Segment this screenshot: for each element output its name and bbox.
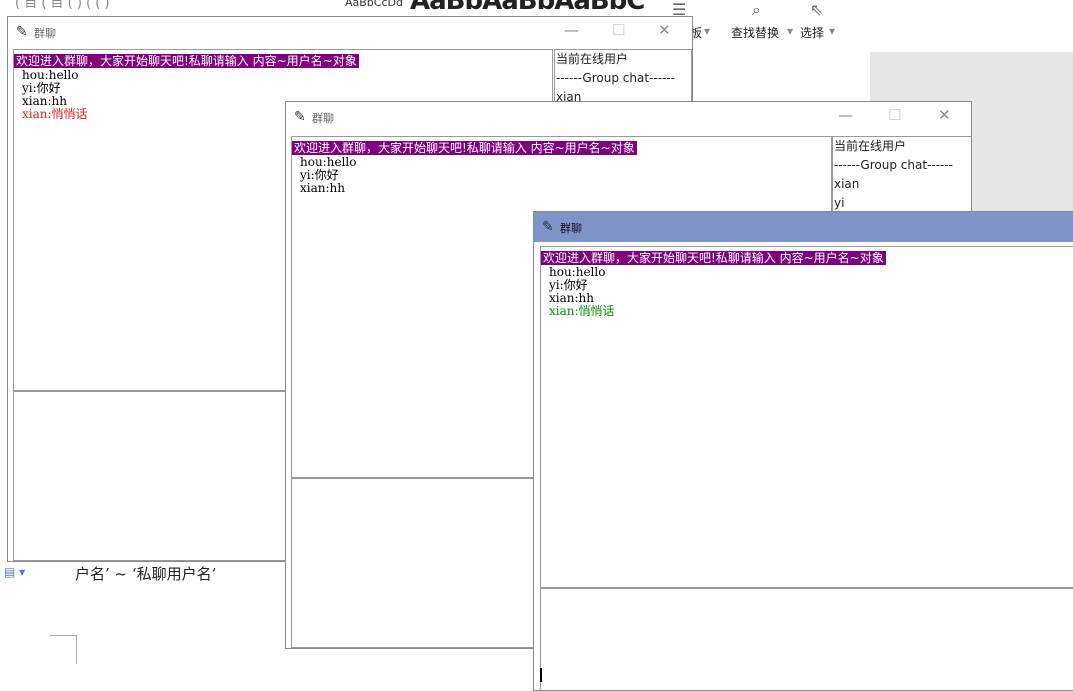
titlebar[interactable]: ✎ 群聊 — ☐ ✕	[8, 17, 692, 47]
chevron-down-icon: ▾	[704, 24, 711, 38]
feather-icon: ✎	[542, 219, 554, 235]
style-sample-big[interactable]: AaBbAaBbAaBbC	[410, 0, 645, 16]
user-list-header: 当前在线用户	[556, 52, 629, 66]
minimize-button[interactable]: —	[564, 21, 579, 39]
chat-window-3: ✎ 群聊 欢迎进入群聊，大家开始聊天吧!私聊请输入 内容~用户名~对象 hou:…	[533, 211, 1073, 691]
document-text: 户名’ ~ ‘私聊用户名’	[75, 565, 217, 583]
maximize-button[interactable]: ☐	[612, 21, 625, 39]
select-arrow-icon: ⇖	[810, 0, 824, 19]
private-message: xian:悄悄话	[549, 304, 615, 318]
user-list-item[interactable]: xian	[833, 175, 971, 194]
chat-message: hou:hello	[549, 265, 606, 279]
chat-message: yi:你好	[549, 278, 588, 292]
window-title: 群聊	[560, 222, 582, 235]
chat-message: yi:你好	[22, 81, 61, 95]
welcome-message: 欢迎进入群聊，大家开始聊天吧!私聊请输入 内容~用户名~对象	[292, 141, 637, 155]
search-icon: ⌕	[752, 0, 761, 19]
paste-options-icon: ▤ ▾	[4, 565, 26, 579]
chevron-down-icon: ▾	[787, 24, 794, 38]
titlebar[interactable]: ✎ 群聊 — ☐ ✕	[286, 102, 971, 132]
chat-message: yi:你好	[300, 168, 339, 182]
online-user-list[interactable]: 当前在线用户 ------Group chat------ xian yi	[832, 136, 971, 216]
window-title: 群聊	[34, 27, 56, 40]
feather-icon: ✎	[294, 109, 306, 125]
welcome-message: 欢迎进入群聊，大家开始聊天吧!私聊请输入 内容~用户名~对象	[541, 251, 886, 265]
style-sample-small[interactable]: AaBbCcDd	[345, 0, 403, 9]
group-chat-item[interactable]: ------Group chat------	[555, 69, 691, 88]
window-title: 群聊	[312, 112, 334, 125]
chat-message: xian:hh	[300, 181, 345, 195]
close-button[interactable]: ✕	[938, 106, 951, 124]
chevron-down-icon: ▾	[829, 24, 836, 38]
ribbon-item-find-replace[interactable]: 查找替换	[731, 24, 779, 41]
chat-message: hou:hello	[22, 68, 79, 82]
maximize-button[interactable]: ☐	[888, 106, 901, 124]
chat-message: hou:hello	[300, 155, 357, 169]
feather-icon: ✎	[16, 24, 28, 40]
message-input[interactable]	[540, 588, 1073, 690]
page-corner-mark	[50, 635, 77, 664]
chat-message: xian:hh	[549, 291, 594, 305]
minimize-button[interactable]: —	[838, 106, 853, 124]
close-button[interactable]: ✕	[658, 21, 671, 39]
welcome-message: 欢迎进入群聊，大家开始聊天吧!私聊请输入 内容~用户名~对象	[14, 54, 359, 68]
group-chat-item[interactable]: ------Group chat------	[833, 156, 971, 175]
user-list-header: 当前在线用户	[834, 139, 907, 153]
online-user-list[interactable]: 当前在线用户 ------Group chat------ xian	[554, 49, 692, 109]
text-cursor	[540, 668, 542, 682]
ribbon-item-select[interactable]: 选择	[800, 24, 824, 41]
ribbon-menu-fragment: ( 目 ( 目 ( ) ( ( )	[15, 0, 110, 11]
message-area[interactable]: 欢迎进入群聊，大家开始聊天吧!私聊请输入 内容~用户名~对象 hou:hello…	[540, 246, 1073, 588]
titlebar[interactable]: ✎ 群聊	[534, 212, 1073, 242]
